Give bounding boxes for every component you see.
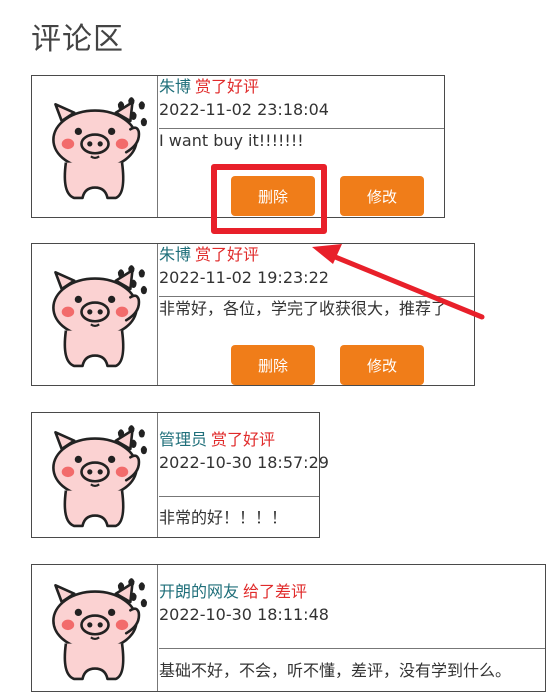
annotation-arrow-icon [312, 244, 485, 320]
